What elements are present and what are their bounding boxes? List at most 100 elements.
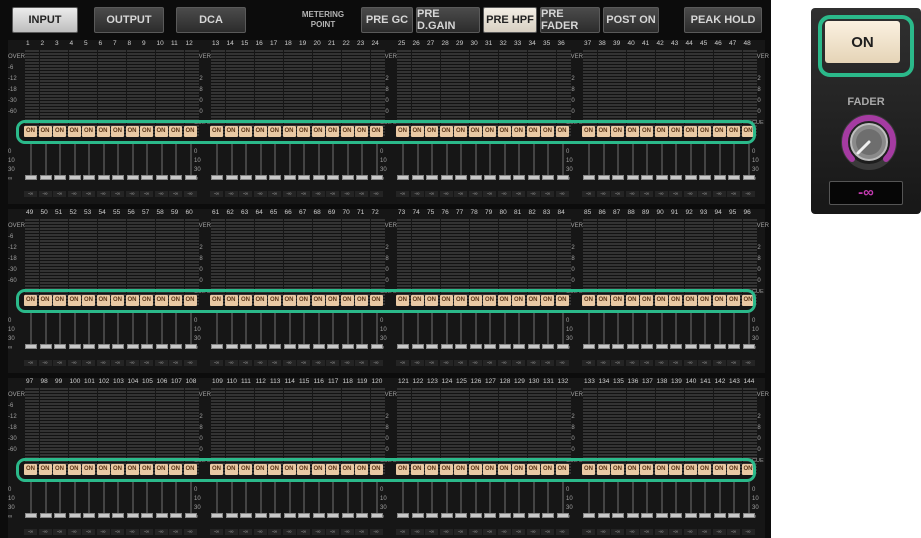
fader-knob[interactable] xyxy=(370,344,383,349)
fader-knob[interactable] xyxy=(397,344,409,349)
fader-knob[interactable] xyxy=(298,344,310,349)
fader-knob[interactable] xyxy=(39,175,52,180)
fader-knob[interactable] xyxy=(97,344,110,349)
fader-knob[interactable] xyxy=(283,344,296,349)
fader-knob[interactable] xyxy=(39,513,52,518)
fader-knob[interactable] xyxy=(370,513,383,518)
fader-knob[interactable] xyxy=(498,513,511,518)
fader-knob[interactable] xyxy=(126,175,139,180)
fader-knob[interactable] xyxy=(254,513,267,518)
fader-knob[interactable] xyxy=(455,175,467,180)
fader-knob[interactable] xyxy=(211,513,223,518)
fader-knob[interactable] xyxy=(126,344,139,349)
fader-knob[interactable] xyxy=(225,175,238,180)
fader-knob[interactable] xyxy=(612,175,624,180)
tab-output[interactable]: OUTPUT xyxy=(94,7,164,33)
fader-knob[interactable] xyxy=(583,344,595,349)
fader-knob[interactable] xyxy=(370,175,383,180)
fader-knob[interactable] xyxy=(25,175,37,180)
fader-knob[interactable] xyxy=(670,175,682,180)
fader-knob[interactable] xyxy=(641,344,653,349)
tab-dca[interactable]: DCA xyxy=(176,7,246,33)
fader-knob[interactable] xyxy=(728,175,740,180)
fader-knob[interactable] xyxy=(699,175,711,180)
fader-knob[interactable] xyxy=(655,175,668,180)
fader-knob[interactable] xyxy=(54,513,66,518)
fader-knob[interactable] xyxy=(225,513,238,518)
fader-knob[interactable] xyxy=(684,513,697,518)
fader-knob[interactable] xyxy=(498,175,511,180)
fader-knob[interactable] xyxy=(513,513,525,518)
fader-knob[interactable] xyxy=(68,175,81,180)
fader-knob[interactable] xyxy=(141,513,153,518)
fader-knob[interactable] xyxy=(440,175,453,180)
fader-knob[interactable] xyxy=(312,175,325,180)
fader-knob[interactable] xyxy=(170,513,182,518)
fader-knob[interactable] xyxy=(327,175,339,180)
fader-knob[interactable] xyxy=(498,344,511,349)
fader-knob[interactable] xyxy=(556,175,569,180)
fader-knob[interactable] xyxy=(112,175,124,180)
fader-knob[interactable] xyxy=(542,513,554,518)
fader-knob[interactable] xyxy=(83,175,95,180)
fader-knob[interactable] xyxy=(556,344,569,349)
fader-knob[interactable] xyxy=(641,513,653,518)
fader-knob[interactable] xyxy=(684,344,697,349)
fader-knob[interactable] xyxy=(455,513,467,518)
fader-knob[interactable] xyxy=(155,175,168,180)
fader-knob[interactable] xyxy=(269,513,281,518)
fader-knob[interactable] xyxy=(840,113,898,171)
fader-knob[interactable] xyxy=(556,513,569,518)
fader-knob[interactable] xyxy=(170,175,182,180)
fader-knob[interactable] xyxy=(155,513,168,518)
fader-knob[interactable] xyxy=(713,175,726,180)
fader-knob[interactable] xyxy=(283,513,296,518)
fader-knob[interactable] xyxy=(469,344,482,349)
fader-knob[interactable] xyxy=(411,344,424,349)
fader-knob[interactable] xyxy=(655,344,668,349)
peak-hold-button[interactable]: PEAK HOLD xyxy=(684,7,762,33)
fader-knob[interactable] xyxy=(597,513,610,518)
fader-knob[interactable] xyxy=(742,513,755,518)
fader-knob[interactable] xyxy=(699,344,711,349)
fader-knob[interactable] xyxy=(597,344,610,349)
fader-knob[interactable] xyxy=(742,175,755,180)
fader-knob[interactable] xyxy=(583,513,595,518)
fader-knob[interactable] xyxy=(240,344,252,349)
fader-knob[interactable] xyxy=(356,513,368,518)
fader-knob[interactable] xyxy=(327,344,339,349)
fader-knob[interactable] xyxy=(484,175,496,180)
fader-knob[interactable] xyxy=(341,513,354,518)
fader-knob[interactable] xyxy=(699,513,711,518)
fader-knob[interactable] xyxy=(527,513,540,518)
fader-knob[interactable] xyxy=(312,344,325,349)
fader-knob[interactable] xyxy=(513,175,525,180)
fader-knob[interactable] xyxy=(298,175,310,180)
fader-knob[interactable] xyxy=(612,344,624,349)
fader-knob[interactable] xyxy=(68,513,81,518)
fader-knob[interactable] xyxy=(728,344,740,349)
fader-knob[interactable] xyxy=(141,344,153,349)
fader-knob[interactable] xyxy=(211,344,223,349)
fader-knob[interactable] xyxy=(269,175,281,180)
fader-knob[interactable] xyxy=(356,175,368,180)
fader-knob[interactable] xyxy=(283,175,296,180)
fader-knob[interactable] xyxy=(713,513,726,518)
fader-knob[interactable] xyxy=(426,513,438,518)
fader-knob[interactable] xyxy=(327,513,339,518)
fader-knob[interactable] xyxy=(641,175,653,180)
fader-knob[interactable] xyxy=(298,513,310,518)
metering-pre-gc-button[interactable]: PRE GC xyxy=(361,7,413,33)
fader-knob[interactable] xyxy=(39,344,52,349)
fader-knob[interactable] xyxy=(141,175,153,180)
metering-post-on-button[interactable]: POST ON xyxy=(603,7,659,33)
fader-knob[interactable] xyxy=(112,513,124,518)
fader-knob[interactable] xyxy=(312,513,325,518)
fader-knob[interactable] xyxy=(184,344,197,349)
fader-knob[interactable] xyxy=(484,344,496,349)
fader-knob[interactable] xyxy=(426,344,438,349)
fader-knob[interactable] xyxy=(54,175,66,180)
fader-knob[interactable] xyxy=(440,344,453,349)
fader-knob[interactable] xyxy=(440,513,453,518)
fader-knob[interactable] xyxy=(626,344,639,349)
